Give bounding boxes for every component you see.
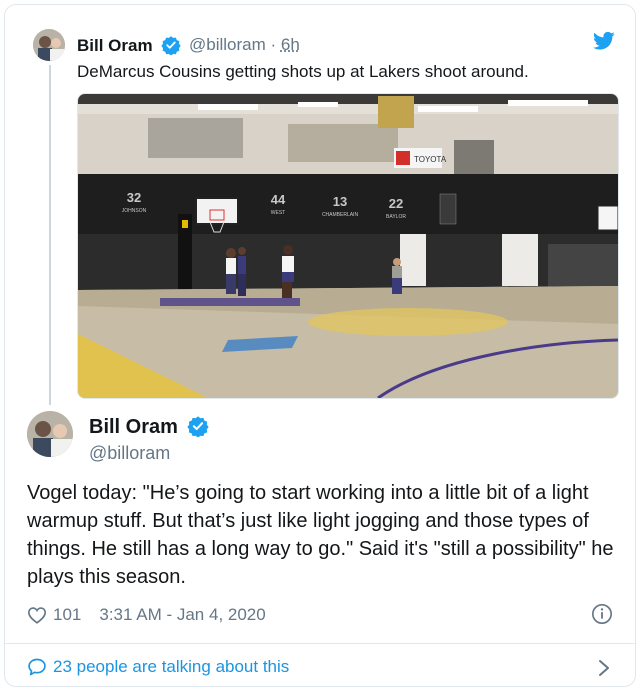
heart-icon[interactable]	[27, 606, 47, 624]
jersey-name: CHAMBERLAIN	[322, 212, 359, 218]
jersey-number: 32	[127, 190, 141, 205]
speech-bubble-icon	[28, 658, 46, 676]
jersey-number: 13	[333, 194, 347, 209]
thread-line	[49, 65, 51, 405]
parent-handle[interactable]: @billoram · 6h	[189, 35, 300, 55]
parent-time[interactable]: 6h	[281, 35, 300, 54]
jersey-name: BAYLOR	[386, 214, 406, 220]
jersey-name: JOHNSON	[122, 208, 147, 214]
parent-tweet-text: DeMarcus Cousins getting shots up at Lak…	[77, 62, 529, 81]
verified-badge-icon	[161, 36, 181, 55]
chevron-right-icon[interactable]	[597, 659, 611, 677]
tweet-media-photo[interactable]: TOYOTA 32 JOHNSON 44 WEST 13 CHAMBERLAIN…	[77, 93, 619, 399]
twitter-bird-icon[interactable]	[593, 31, 615, 51]
like-count[interactable]: 101	[53, 605, 81, 625]
parent-author-name[interactable]: Bill Oram	[77, 35, 181, 56]
separator-dot: ·	[270, 35, 281, 54]
gym-photo: TOYOTA 32 JOHNSON 44 WEST 13 CHAMBERLAIN…	[78, 94, 618, 398]
jersey-number: 44	[271, 192, 286, 207]
verified-badge-icon	[187, 416, 210, 437]
main-tweet-text: Vogel today: "He’s going to start workin…	[27, 482, 614, 588]
parent-avatar[interactable]	[33, 29, 65, 61]
main-avatar[interactable]	[27, 411, 73, 457]
info-icon[interactable]	[591, 603, 613, 625]
jersey-name: WEST	[271, 210, 285, 216]
conversation-label: 23 people are talking about this	[53, 657, 290, 676]
footer-divider	[5, 643, 635, 644]
main-handle[interactable]: @billoram	[89, 443, 170, 464]
embedded-tweet-card: Bill Oram @billoram · 6h DeMarcus Cousin…	[4, 4, 636, 687]
conversation-link[interactable]: 23 people are talking about this	[27, 657, 289, 677]
main-author-name[interactable]: Bill Oram	[89, 415, 210, 439]
sponsor-sign: TOYOTA	[414, 155, 447, 164]
jersey-number: 22	[389, 196, 403, 211]
tweet-meta: 101 3:31 AM - Jan 4, 2020	[27, 605, 266, 625]
tweet-timestamp[interactable]: 3:31 AM - Jan 4, 2020	[99, 605, 265, 625]
